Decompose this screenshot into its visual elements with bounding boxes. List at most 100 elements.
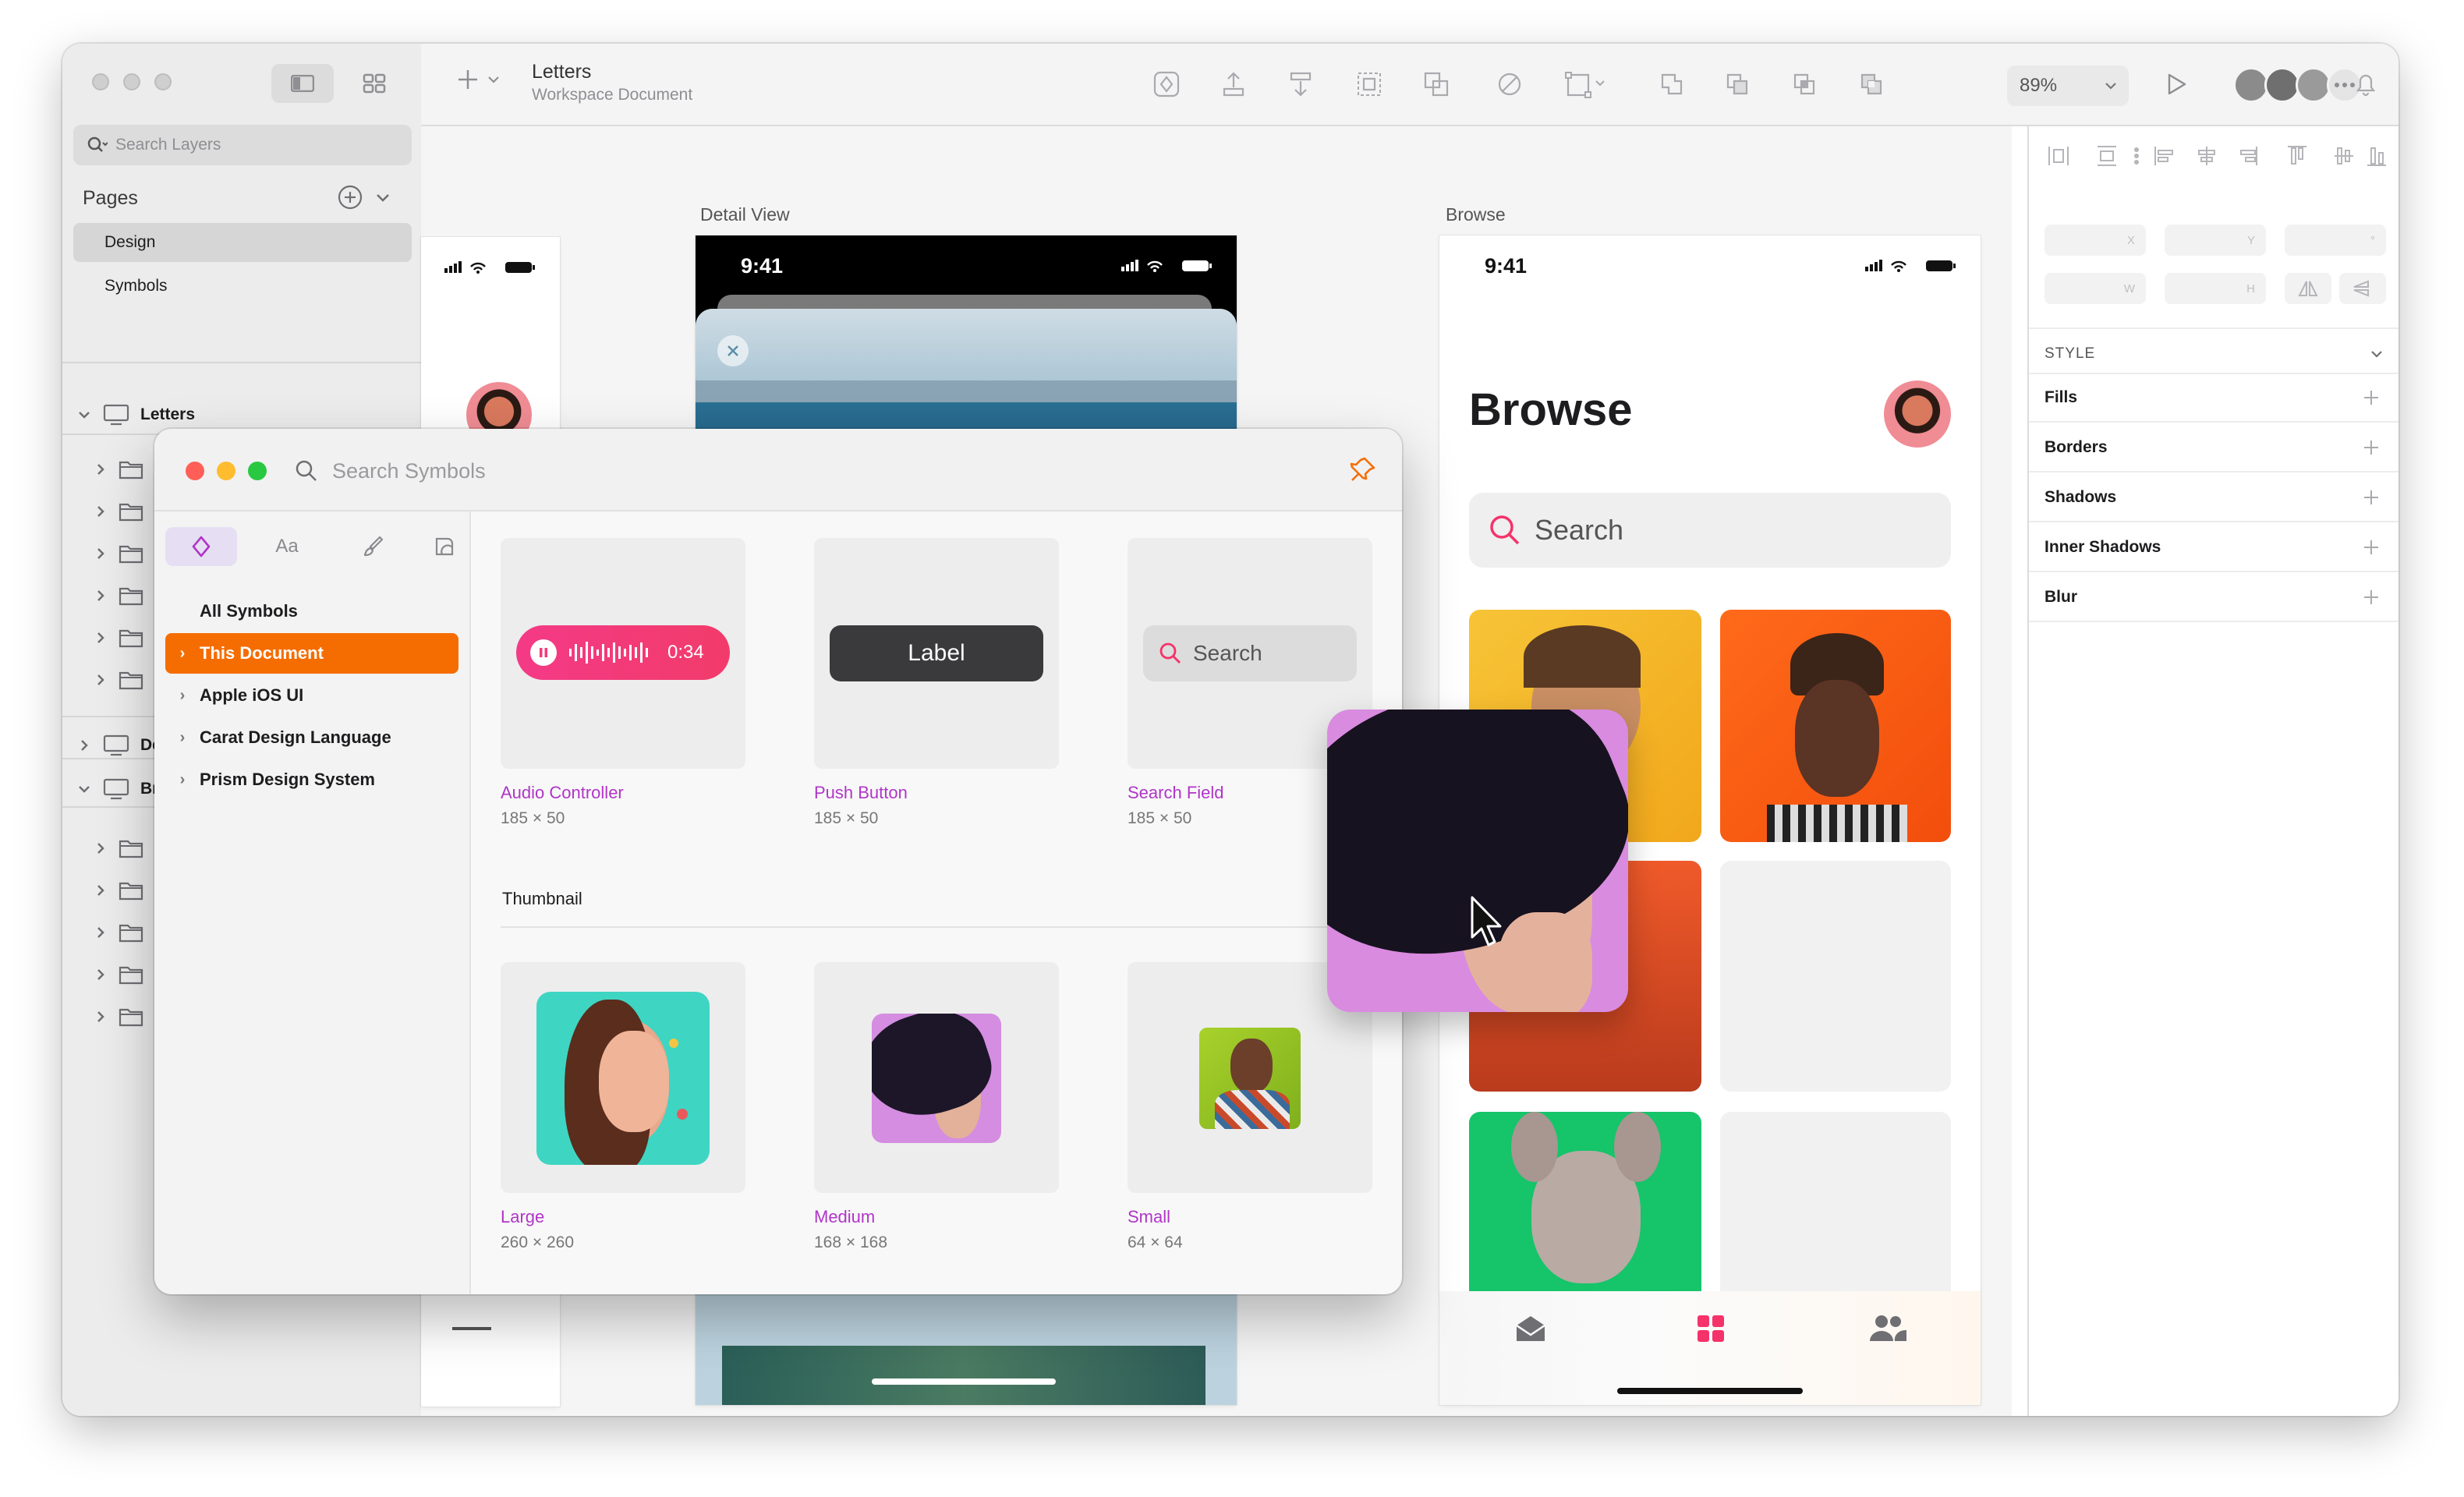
symbol-tile-push-button[interactable]: Label	[814, 538, 1059, 769]
symbol-tile-audio-controller[interactable]: 0:34	[501, 538, 745, 769]
text-styles-tab[interactable]: Aa	[251, 527, 323, 566]
layer-styles-tab[interactable]	[423, 527, 466, 566]
y-position-field[interactable]: Y	[2165, 225, 2266, 256]
search-icon	[1159, 642, 1181, 664]
search-field-text: Search	[1193, 641, 1262, 665]
folder-icon	[119, 671, 143, 690]
layer-folder[interactable]	[94, 580, 143, 611]
zoom-window-button[interactable]	[248, 462, 267, 480]
tree-item-all-symbols[interactable]: All Symbols	[165, 591, 458, 632]
layer-folder[interactable]	[94, 875, 143, 906]
symbol-size: 185 × 50	[1128, 809, 1192, 827]
collapse-pages-button[interactable]	[374, 189, 391, 206]
symbol-name: Search Field	[1128, 783, 1224, 802]
flip-horizontal-icon	[2298, 281, 2318, 296]
search-icon	[296, 460, 317, 481]
layer-folder[interactable]	[94, 959, 143, 990]
mask-icon	[1498, 73, 1521, 96]
layer-folder[interactable]	[94, 917, 143, 948]
page-item-symbols[interactable]: Symbols	[73, 267, 412, 306]
zoom-window-button[interactable]	[154, 73, 172, 90]
plus-icon[interactable]	[2363, 539, 2380, 556]
inner-shadows-row[interactable]: Inner Shadows	[2029, 524, 2399, 572]
layer-folder[interactable]	[94, 1001, 143, 1032]
subtract-button[interactable]	[1719, 65, 1756, 103]
close-button[interactable]	[717, 335, 749, 366]
zoom-select[interactable]: 89%	[2007, 65, 2129, 106]
transform-menu-button[interactable]	[1559, 65, 1614, 103]
symbols-search-input[interactable]: Search Symbols	[295, 452, 1230, 490]
minimize-window-button[interactable]	[123, 73, 140, 90]
dragged-symbol-thumbnail[interactable]	[1327, 710, 1628, 1012]
fills-row[interactable]: Fills	[2029, 374, 2399, 423]
intersect-icon	[1793, 73, 1815, 95]
tree-item-carat-design-language[interactable]: › Carat Design Language	[165, 717, 458, 758]
people-tab-icon[interactable]	[1868, 1315, 1907, 1343]
backward-button[interactable]	[1282, 65, 1319, 103]
close-window-button[interactable]	[92, 73, 109, 90]
pin-icon[interactable]	[1349, 455, 1377, 483]
tree-item-apple-ios-ui[interactable]: › Apple iOS UI	[165, 675, 458, 716]
layer-folder[interactable]	[94, 454, 143, 485]
create-symbol-button[interactable]	[1148, 65, 1185, 103]
ungroup-button[interactable]	[1418, 65, 1455, 103]
plus-icon	[458, 70, 477, 89]
union-button[interactable]	[1653, 65, 1690, 103]
shadows-row[interactable]: Shadows	[2029, 474, 2399, 522]
group-button[interactable]	[1351, 65, 1388, 103]
layer-group-letters[interactable]: Letters	[76, 399, 195, 430]
x-position-field[interactable]: X	[2044, 225, 2146, 256]
layer-group-detail[interactable]: De	[76, 730, 161, 761]
preview-button[interactable]	[2157, 65, 2194, 103]
layer-group-browse[interactable]: Br	[76, 773, 158, 805]
mask-button[interactable]	[1491, 65, 1528, 103]
insert-button[interactable]	[455, 67, 501, 92]
symbol-tile-thumbnail-medium[interactable]	[814, 962, 1059, 1193]
chevron-right-icon	[97, 927, 104, 938]
folder-icon	[119, 840, 143, 858]
profile-avatar[interactable]	[1884, 380, 1951, 448]
layer-folder[interactable]	[94, 622, 143, 653]
width-field[interactable]: W	[2044, 273, 2146, 304]
minimize-window-button[interactable]	[217, 462, 235, 480]
plus-icon[interactable]	[2363, 439, 2380, 456]
plus-icon[interactable]	[2363, 589, 2380, 606]
grid-view-button[interactable]	[351, 64, 398, 103]
height-field[interactable]: H	[2165, 273, 2266, 304]
blur-row[interactable]: Blur	[2029, 574, 2399, 622]
borders-row[interactable]: Borders	[2029, 424, 2399, 472]
layer-folder[interactable]	[94, 833, 143, 864]
layers-search-input[interactable]: Search Layers	[73, 125, 412, 165]
intersect-button[interactable]	[1786, 65, 1823, 103]
flip-horizontal-button[interactable]	[2285, 273, 2331, 304]
symbols-tab[interactable]	[165, 527, 237, 566]
rotation-field[interactable]: °	[2285, 225, 2386, 256]
tree-item-this-document[interactable]: › This Document	[165, 633, 458, 674]
inbox-tab-icon[interactable]	[1514, 1313, 1547, 1344]
forward-button[interactable]	[1215, 65, 1252, 103]
document-subtitle: Workspace Document	[532, 86, 693, 104]
photo-tile[interactable]	[1720, 610, 1951, 842]
sidebar-toggle-button[interactable]	[271, 64, 334, 103]
symbols-sidebar: Aa All Symbols › This Document › Apple iOS…	[154, 511, 471, 1294]
color-variables-tab[interactable]	[337, 527, 409, 566]
layer-folder[interactable]	[94, 538, 143, 569]
browse-search-field[interactable]: Search	[1469, 493, 1951, 568]
chevron-right-icon: ›	[179, 644, 186, 662]
close-window-button[interactable]	[186, 462, 204, 480]
layer-folder[interactable]	[94, 496, 143, 527]
symbol-tile-thumbnail-large[interactable]	[501, 962, 745, 1193]
transform-icon	[1565, 72, 1605, 98]
add-page-button[interactable]	[337, 184, 363, 211]
difference-button[interactable]	[1853, 65, 1890, 103]
page-item-design[interactable]: Design	[73, 223, 412, 262]
flip-vertical-button[interactable]	[2339, 273, 2386, 304]
tree-item-prism-design-system[interactable]: › Prism Design System	[165, 759, 458, 800]
plus-icon[interactable]	[2363, 489, 2380, 506]
photo-tile[interactable]	[1469, 1112, 1701, 1291]
layer-folder[interactable]	[94, 664, 143, 695]
style-section-header[interactable]: STYLE	[2044, 338, 2384, 370]
plus-icon[interactable]	[2363, 389, 2380, 406]
notifications-button[interactable]	[2347, 65, 2384, 103]
grid-tab-icon[interactable]	[1697, 1315, 1725, 1343]
